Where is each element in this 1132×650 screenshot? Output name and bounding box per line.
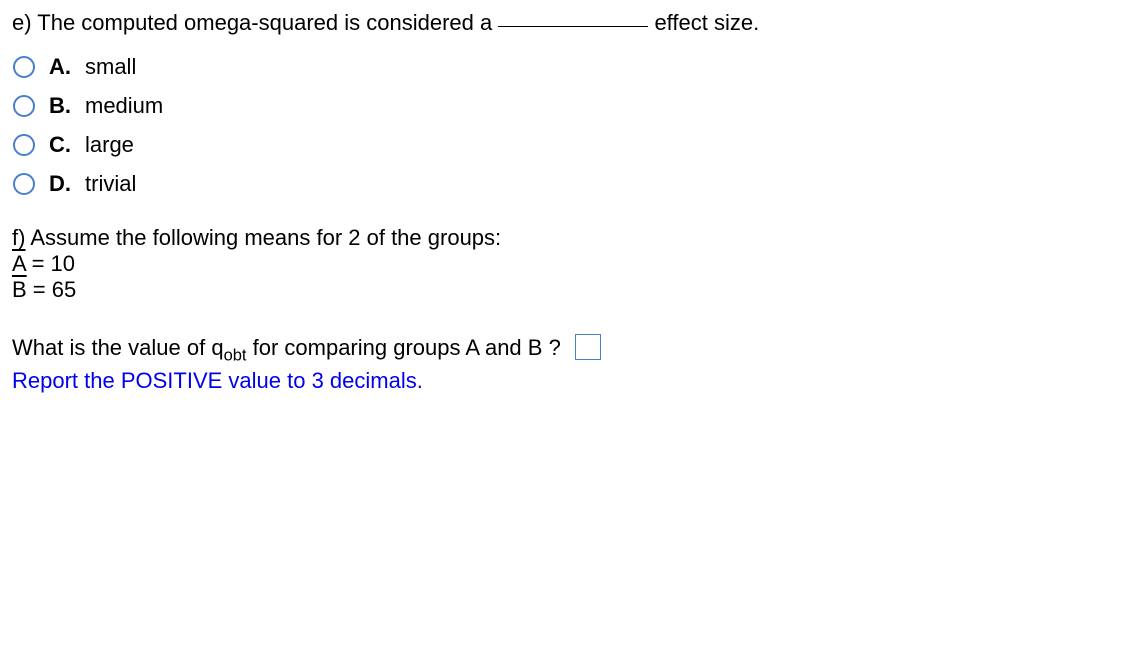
radio-icon[interactable] xyxy=(13,134,35,156)
prompt-before: What is the value of q xyxy=(12,335,224,360)
mean-a-var: A xyxy=(12,251,25,276)
mean-a-value: = 10 xyxy=(25,251,75,276)
prompt-subscript: obt xyxy=(224,346,247,364)
option-letter: B. xyxy=(49,93,73,119)
prompt-after: for comparing groups A and B ? xyxy=(247,335,561,360)
option-c[interactable]: C. large xyxy=(13,132,1120,158)
option-text: trivial xyxy=(85,171,136,197)
option-b[interactable]: B. medium xyxy=(13,93,1120,119)
radio-icon[interactable] xyxy=(13,173,35,195)
option-letter: A. xyxy=(49,54,73,80)
question-e: e) The computed omega-squared is conside… xyxy=(12,10,1120,197)
option-text: small xyxy=(85,54,136,80)
option-text: medium xyxy=(85,93,163,119)
radio-icon[interactable] xyxy=(13,95,35,117)
answer-input[interactable] xyxy=(575,334,601,360)
mean-a: A = 10 xyxy=(12,251,1120,277)
mean-b: B = 65 xyxy=(12,277,1120,303)
option-a[interactable]: A. small xyxy=(13,54,1120,80)
options-list: A. small B. medium C. large D. trivial xyxy=(12,54,1120,197)
mean-b-var: B xyxy=(12,277,27,302)
question-f-prompt: What is the value of qobt for comparing … xyxy=(12,335,1120,365)
instruction-text: Report the POSITIVE value to 3 decimals. xyxy=(12,368,1120,394)
question-e-prefix: e) The computed omega-squared is conside… xyxy=(12,10,498,35)
option-d[interactable]: D. trivial xyxy=(13,171,1120,197)
radio-icon[interactable] xyxy=(13,56,35,78)
question-f-intro: f) Assume the following means for 2 of t… xyxy=(12,225,1120,251)
option-letter: D. xyxy=(49,171,73,197)
mean-b-value: = 65 xyxy=(27,277,77,302)
option-text: large xyxy=(85,132,134,158)
question-e-suffix: effect size. xyxy=(648,10,759,35)
question-f: f) Assume the following means for 2 of t… xyxy=(12,225,1120,394)
question-e-stem: e) The computed omega-squared is conside… xyxy=(12,10,1120,36)
option-letter: C. xyxy=(49,132,73,158)
fill-blank xyxy=(498,26,648,27)
